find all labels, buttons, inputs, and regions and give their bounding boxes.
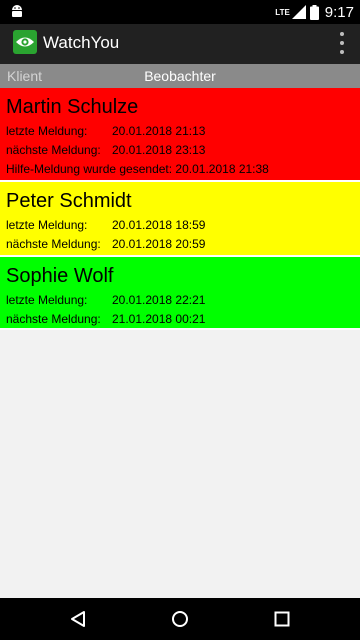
last-report-row: letzte Meldung: 20.01.2018 22:21 [6,291,354,310]
next-report-value: 20.01.2018 23:13 [112,143,206,157]
alert-row: Hilfe-Meldung wurde gesendet: 20.01.2018… [6,160,354,179]
person-name: Martin Schulze [6,96,139,118]
app-bar: WatchYou [0,24,360,64]
next-report-row: nächste Meldung: 20.01.2018 20:59 [6,235,354,254]
home-icon[interactable] [170,609,190,629]
last-report-label: letzte Meldung: [6,124,88,138]
clock: 9:17 [324,3,354,21]
app-title: WatchYou [43,33,120,52]
overflow-menu-icon[interactable] [338,32,346,54]
next-report-row: nächste Meldung: 21.01.2018 00:21 [6,310,354,329]
last-report-label: letzte Meldung: [6,218,88,232]
next-report-label: nächste Meldung: [6,143,101,157]
last-report-label: letzte Meldung: [6,293,88,307]
observed-list: Martin Schulze letzte Meldung: 20.01.201… [0,88,360,330]
recents-icon[interactable] [272,609,292,629]
list-item[interactable]: Martin Schulze letzte Meldung: 20.01.201… [0,88,360,182]
list-item[interactable]: Peter Schmidt letzte Meldung: 20.01.2018… [0,182,360,257]
network-type: LTE [275,7,290,17]
person-name: Peter Schmidt [6,190,132,212]
last-report-row: letzte Meldung: 20.01.2018 21:13 [6,122,354,141]
battery-icon [309,4,319,20]
next-report-row: nächste Meldung: 20.01.2018 23:13 [6,141,354,160]
tab-observer[interactable]: Beobachter [0,68,360,84]
tab-bar: Beobachter Klient [0,64,360,88]
next-report-label: nächste Meldung: [6,237,101,251]
list-item[interactable]: Sophie Wolf letzte Meldung: 20.01.2018 2… [0,257,360,330]
last-report-row: letzte Meldung: 20.01.2018 18:59 [6,216,354,235]
next-report-label: nächste Meldung: [6,312,101,326]
last-report-value: 20.01.2018 18:59 [112,218,206,232]
navigation-bar [0,598,360,640]
signal-icon [291,5,306,19]
next-report-value: 21.01.2018 00:21 [112,312,206,326]
last-report-value: 20.01.2018 22:21 [112,293,206,307]
back-icon[interactable] [68,609,88,629]
status-bar: LTE 9:17 [0,0,360,24]
tab-client[interactable]: Klient [7,68,42,84]
android-icon [12,5,22,17]
last-report-value: 20.01.2018 21:13 [112,124,206,138]
person-name: Sophie Wolf [6,265,114,287]
eye-icon [13,30,37,54]
alert-text: Hilfe-Meldung wurde gesendet: 20.01.2018… [6,162,269,176]
next-report-value: 20.01.2018 20:59 [112,237,206,251]
